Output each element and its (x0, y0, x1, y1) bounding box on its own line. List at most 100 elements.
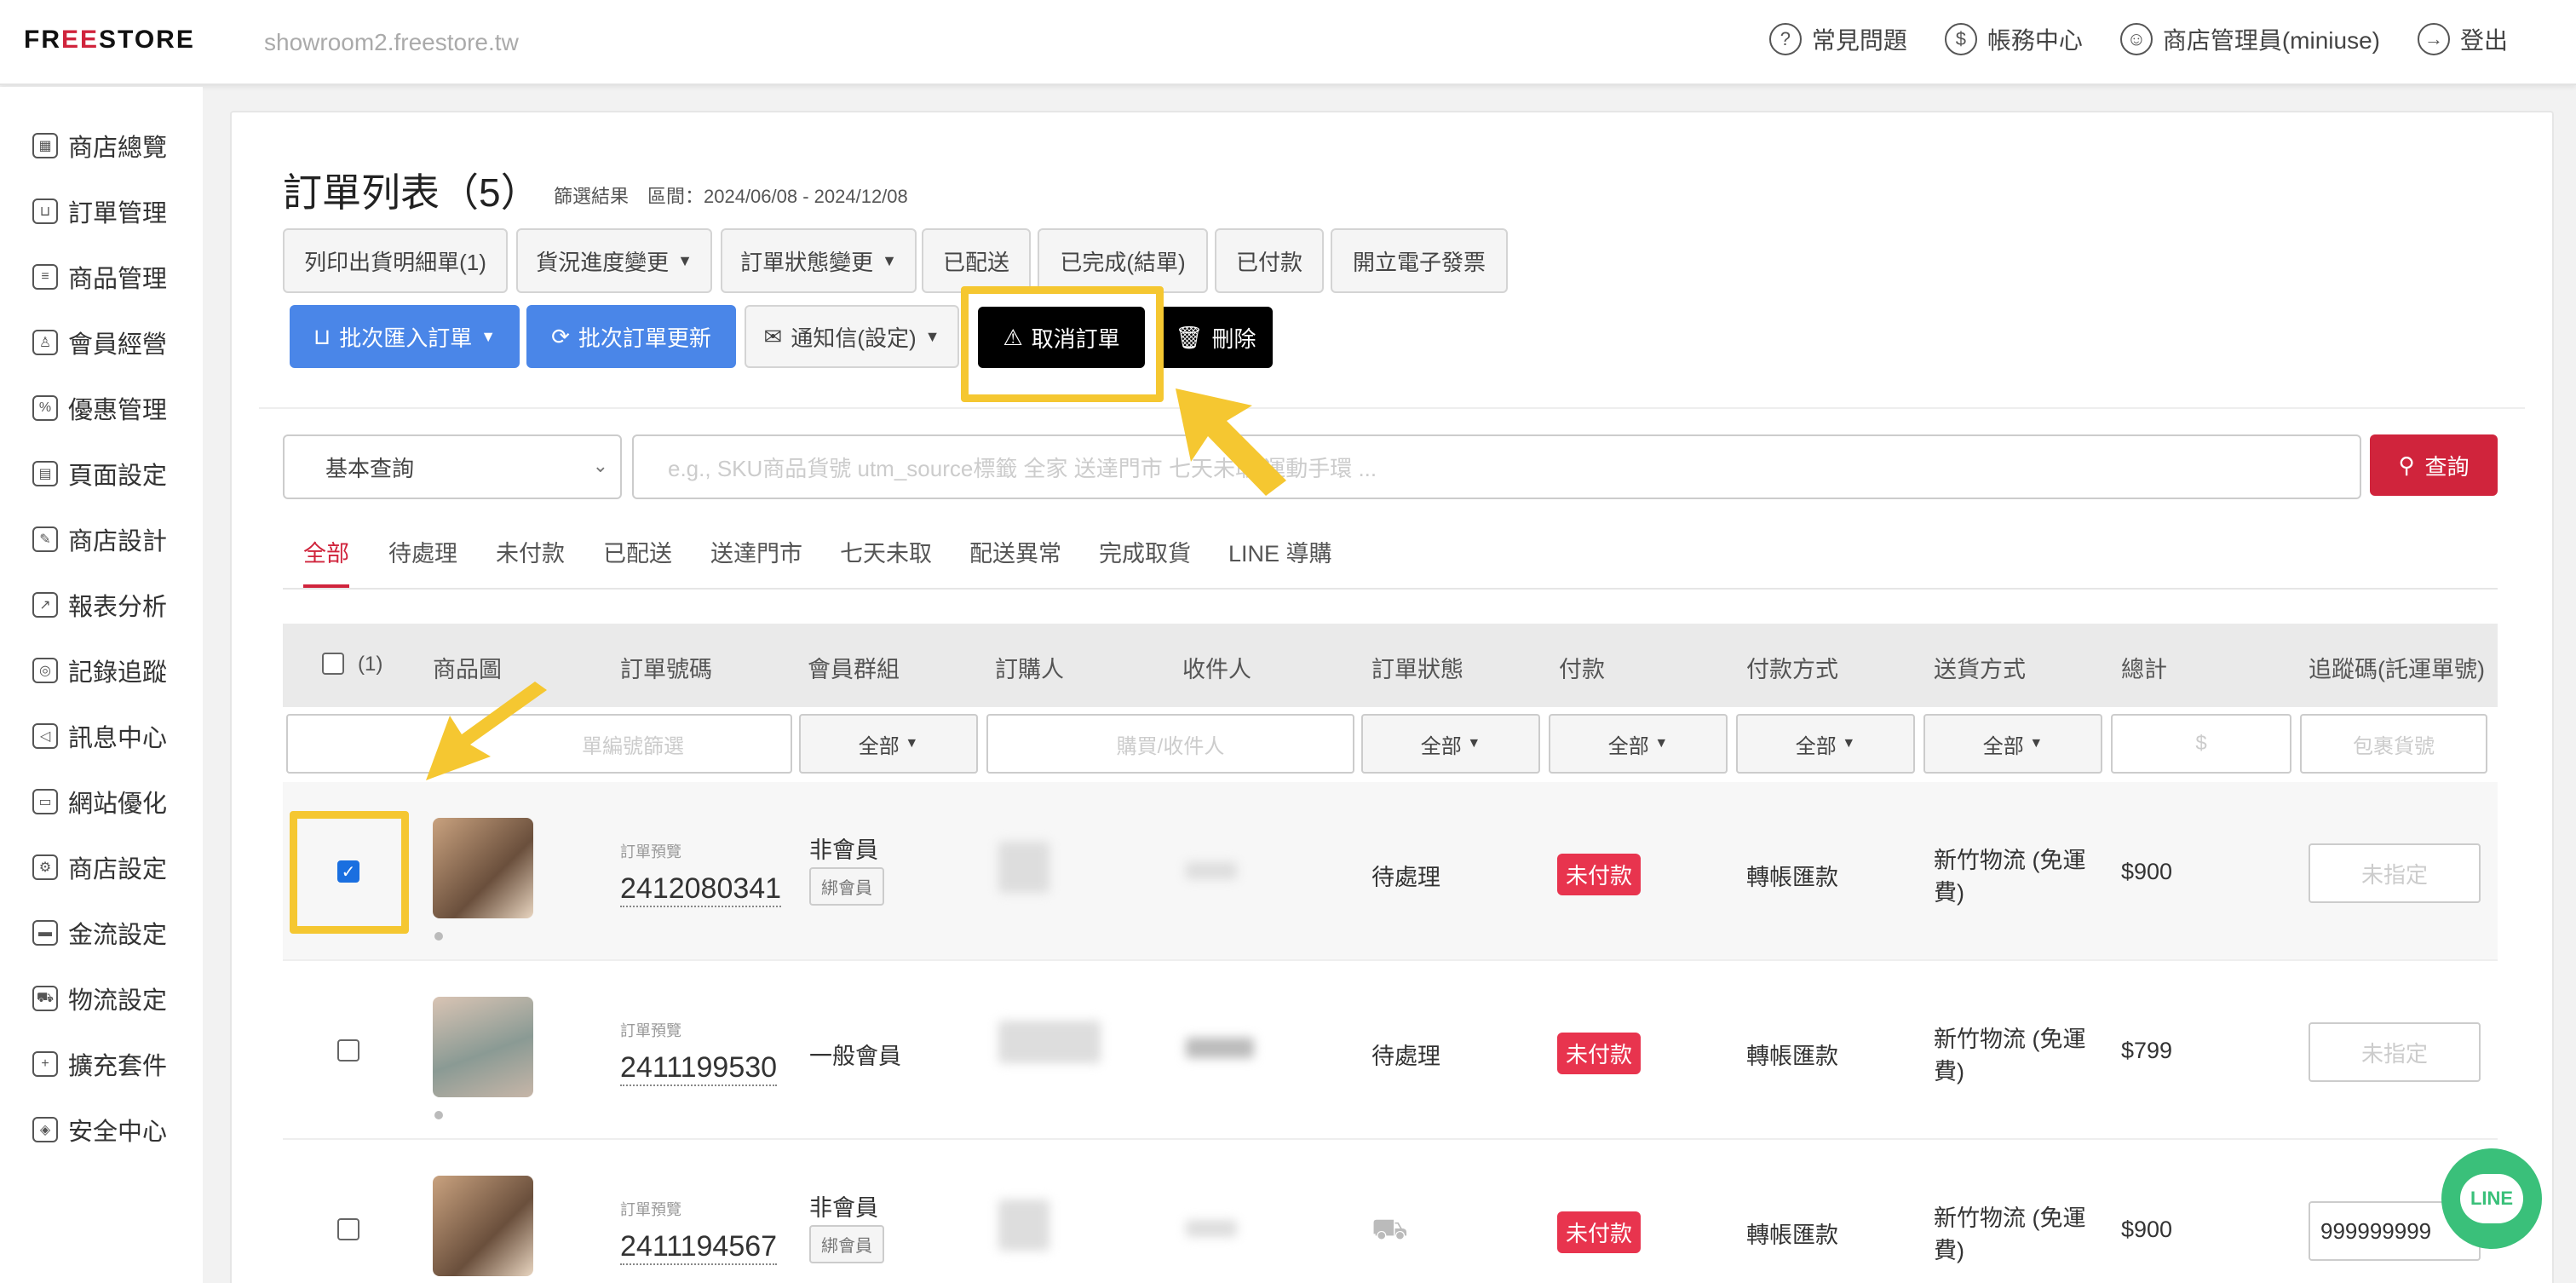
sidebar-item-extensions[interactable]: + 擴充套件 (32, 1046, 167, 1082)
table-row[interactable]: 訂單預覽 2411199530 一般會員 待處理 未付款 轉帳匯款 新竹物流 (… (283, 961, 2498, 1140)
col-tracking: 追蹤碼(託運單號) (2309, 657, 2485, 682)
sidebar-item-payments[interactable]: ▬ 金流設定 (32, 915, 167, 951)
row-checkbox[interactable] (337, 1039, 359, 1061)
mark-completed-button[interactable]: 已完成(結單) (1038, 228, 1208, 293)
logout-link[interactable]: → 登出 (2417, 22, 2508, 56)
order-number-link[interactable]: 2412080341 (620, 872, 782, 907)
select-all-checkbox[interactable] (322, 653, 344, 675)
button-label: 刪除 (1211, 325, 1256, 352)
payment-filter[interactable]: 全部 ▼ (1549, 714, 1728, 774)
sidebar-item-pages[interactable]: ▤ 頁面設定 (32, 456, 167, 492)
order-status-dropdown[interactable]: 訂單狀態變更 ▼ (721, 228, 917, 293)
tab-arrived-store[interactable]: 送達門市 (710, 535, 802, 588)
table-row[interactable]: 訂單預覽 2411194567 非會員 綁會員 ⛟ 未付款 轉帳匯款 新竹物流 … (283, 1140, 2498, 1283)
notification-email-dropdown[interactable]: ✉ 通知信(設定) ▼ (745, 305, 959, 368)
batch-update-orders-button[interactable]: ⟳ 批次訂單更新 (526, 305, 736, 368)
annotation-arrow-cancel (1176, 388, 1286, 496)
tab-unpaid[interactable]: 未付款 (496, 535, 565, 588)
sidebar-item-overview[interactable]: ▦ 商店總覽 (32, 128, 167, 164)
order-preview-link[interactable]: 訂單預覽 (620, 840, 681, 862)
sidebar-item-products[interactable]: ≡ 商品管理 (32, 259, 167, 295)
order-number-link[interactable]: 2411194567 (620, 1230, 778, 1265)
card-icon: ▬ (32, 920, 58, 946)
thumbnail-dot (434, 932, 443, 941)
shield-icon: ◈ (32, 1117, 58, 1142)
button-label: 已配送 (942, 249, 1009, 275)
billing-link[interactable]: $ 帳務中心 (1944, 22, 2083, 56)
button-label: 訂單狀態變更 (740, 249, 874, 275)
mark-paid-button[interactable]: 已付款 (1215, 228, 1324, 293)
tab-all[interactable]: 全部 (303, 535, 349, 588)
tracking-input[interactable]: 未指定 (2309, 1022, 2481, 1082)
sidebar-item-seo[interactable]: ▭ 網站優化 (32, 784, 167, 820)
product-thumbnail[interactable] (433, 818, 533, 918)
search-button[interactable]: ⚲ 查詢 (2370, 434, 2498, 496)
query-mode-select[interactable]: 基本查詢 ⌄ (283, 434, 622, 499)
sidebar-item-members[interactable]: ♙ 會員經營 (32, 325, 167, 360)
shipping-method-line2: 費) (1934, 1059, 1964, 1085)
order-preview-link[interactable]: 訂單預覽 (620, 1019, 681, 1041)
target-icon: ◎ (32, 658, 58, 683)
tab-pending[interactable]: 待處理 (388, 535, 457, 588)
tab-line-referral[interactable]: LINE 導購 (1228, 535, 1332, 588)
payment-method-filter[interactable]: 全部 ▼ (1736, 714, 1915, 774)
tracking-input[interactable]: 未指定 (2309, 843, 2481, 903)
filter-value: 全部 (858, 734, 900, 758)
shipping-filter[interactable]: 全部 ▼ (1923, 714, 2102, 774)
bind-member-button[interactable]: 綁會員 (809, 1225, 884, 1263)
sidebar-item-messages[interactable]: ◁ 訊息中心 (32, 718, 167, 754)
sidebar-item-reports[interactable]: ↗ 報表分析 (32, 587, 167, 623)
sidebar-item-security[interactable]: ◈ 安全中心 (32, 1112, 167, 1148)
caret-down-icon: ▼ (677, 251, 693, 269)
sidebar-item-logistics[interactable]: ⛟ 物流設定 (32, 981, 167, 1016)
freestore-logo[interactable]: FREESTORE (24, 26, 195, 55)
faq-link[interactable]: ? 常見問題 (1768, 22, 1907, 56)
sidebar-item-design[interactable]: ✎ 商店設計 (32, 521, 167, 557)
logout-icon: → (2417, 23, 2450, 55)
sidebar-item-promotions[interactable]: % 優惠管理 (32, 390, 167, 426)
thumbnail-dot (434, 1111, 443, 1119)
tab-picked-up[interactable]: 完成取貨 (1099, 535, 1191, 588)
brush-icon: ✎ (32, 526, 58, 552)
member-group-filter[interactable]: 全部 ▼ (799, 714, 978, 774)
order-preview-link[interactable]: 訂單預覽 (620, 1198, 681, 1220)
button-label: 列印出貨明細單(1) (304, 249, 486, 275)
shipping-progress-dropdown[interactable]: 貨況進度變更 ▼ (516, 228, 712, 293)
sidebar-item-label: 商品管理 (68, 266, 168, 293)
sidebar-item-store-settings[interactable]: ⚙ 商店設定 (32, 849, 167, 885)
product-thumbnail[interactable] (433, 1176, 533, 1276)
delete-button[interactable]: 🗑 刪除 (1159, 307, 1273, 368)
caret-down-icon: ▼ (924, 327, 940, 345)
row-checkbox[interactable] (337, 1218, 359, 1240)
sidebar-item-tracking[interactable]: ◎ 記錄追蹤 (32, 653, 167, 688)
tab-unclaimed-7days[interactable]: 七天未取 (840, 535, 932, 588)
tracking-value: 未指定 (2360, 1040, 2428, 1067)
filter-value: 全部 (1607, 734, 1649, 758)
total-filter-input[interactable]: $ (2111, 714, 2291, 774)
shipping-method-line1: 新竹物流 (免運 (1934, 848, 2086, 873)
batch-import-orders-button[interactable]: ⊔ 批次匯入訂單 ▼ (290, 305, 520, 368)
buyer-receiver-filter-input[interactable]: 購買/收件人 (986, 714, 1354, 774)
status-filter[interactable]: 全部 ▼ (1361, 714, 1540, 774)
tab-shipped[interactable]: 已配送 (603, 535, 672, 588)
print-shipping-list-button[interactable]: 列印出貨明細單(1) (283, 228, 508, 293)
sidebar-item-label: 擴充套件 (68, 1053, 168, 1080)
bind-member-button[interactable]: 綁會員 (809, 867, 884, 906)
sidebar-item-orders[interactable]: ⊔ 訂單管理 (32, 193, 167, 229)
table-row[interactable]: ✓ 訂單預覽 2412080341 非會員 綁會員 待處理 未付款 轉帳匯款 新… (283, 782, 2498, 961)
tab-delivery-error[interactable]: 配送異常 (969, 535, 1061, 588)
plugin-icon: + (32, 1051, 58, 1077)
shipping-method-line1: 新竹物流 (免運 (1934, 1205, 2086, 1231)
tracking-filter-input[interactable]: 包裹貨號 (2300, 714, 2487, 774)
issue-e-invoice-button[interactable]: 開立電子發票 (1331, 228, 1508, 293)
sidebar-item-label: 報表分析 (68, 594, 168, 621)
search-input[interactable]: e.g., SKU商品貨號 utm_source標籤 全家 送達門市 七天未取 … (632, 434, 2361, 499)
trash-icon: 🗑 (1175, 324, 1204, 350)
highlight-box-checkbox (290, 811, 409, 934)
col-member-group: 會員群組 (808, 657, 900, 682)
product-thumbnail[interactable] (433, 997, 533, 1097)
mark-shipped-button[interactable]: 已配送 (922, 228, 1031, 293)
account-link[interactable]: ☺ 商店管理員(miniuse) (2119, 22, 2380, 56)
line-chat-button[interactable]: LINE (2441, 1148, 2542, 1249)
order-number-link[interactable]: 2411199530 (620, 1051, 778, 1086)
